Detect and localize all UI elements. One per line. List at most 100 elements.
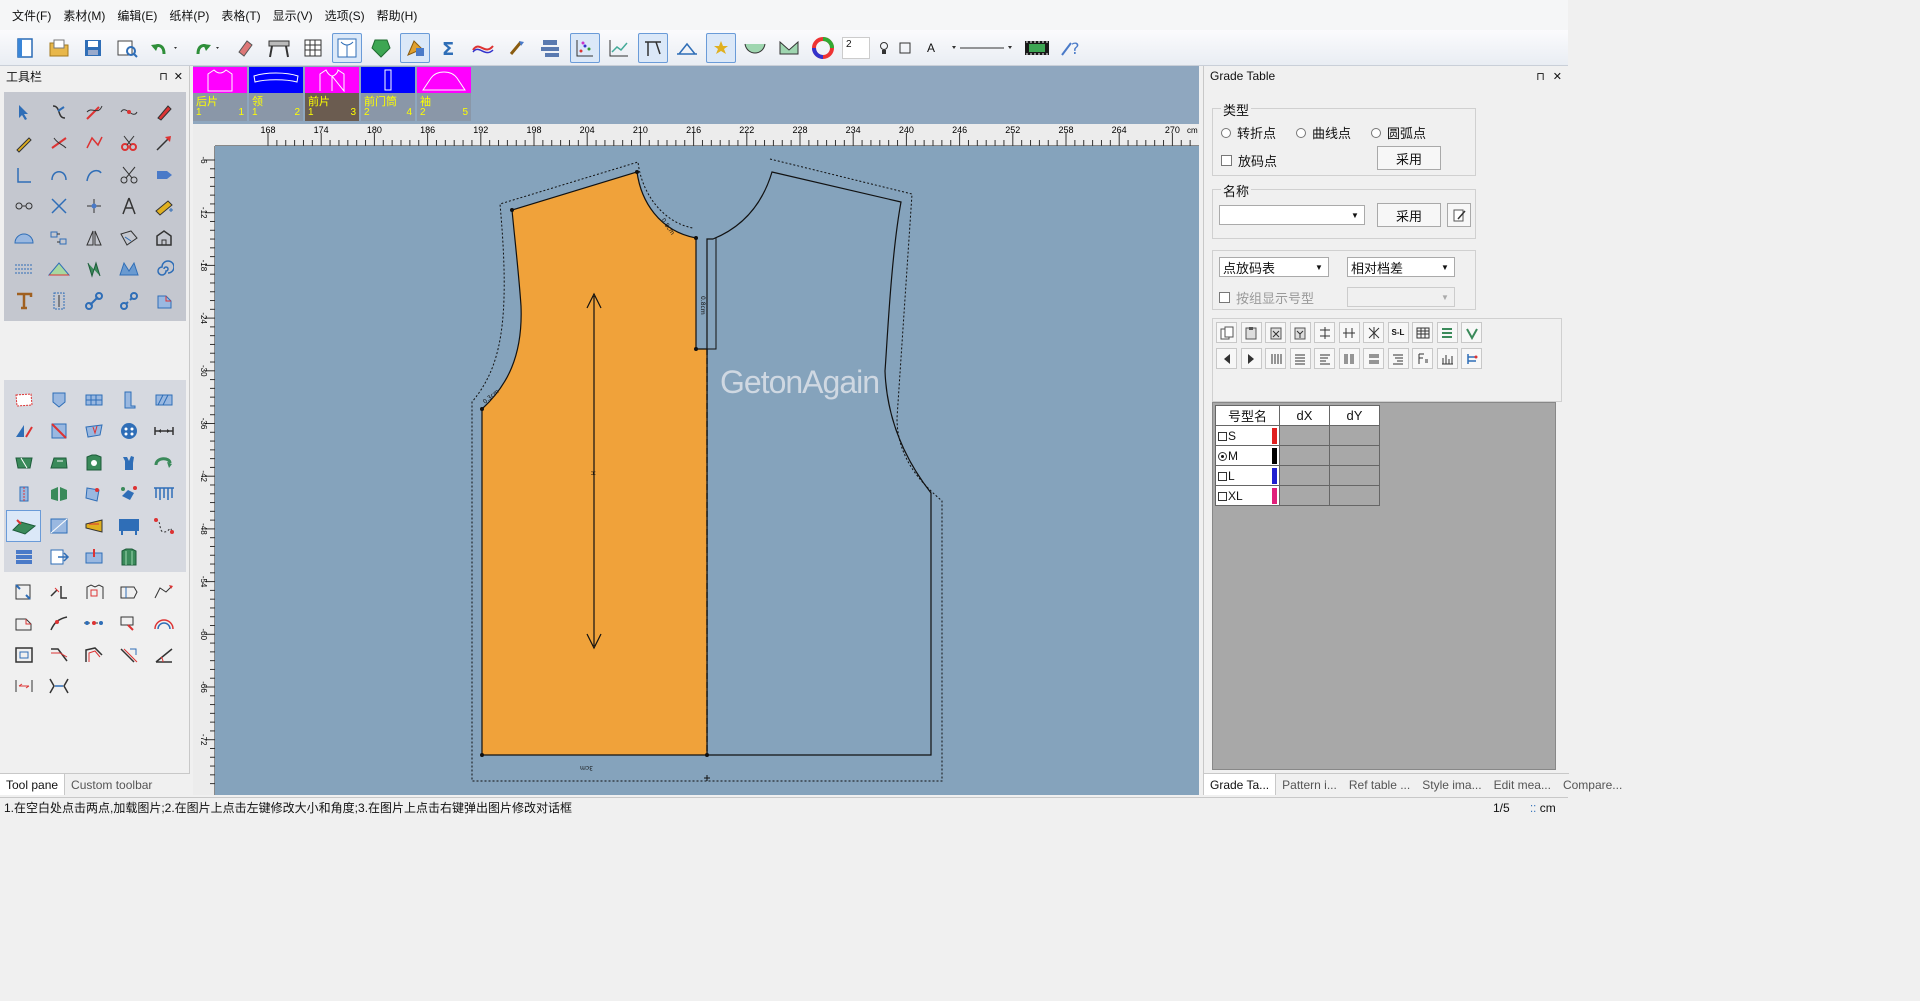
text-tool[interactable]: A bbox=[918, 33, 944, 63]
piece-spread-icon[interactable] bbox=[41, 447, 76, 479]
piece-notch-icon[interactable] bbox=[76, 542, 111, 574]
new-file-icon[interactable] bbox=[10, 33, 40, 63]
menu-help[interactable]: 帮助(H) bbox=[371, 7, 424, 24]
angle-icon[interactable] bbox=[6, 159, 41, 191]
piece-image-icon[interactable] bbox=[6, 510, 41, 542]
align-horizontal-icon[interactable] bbox=[1289, 348, 1311, 369]
piece-check-icon[interactable] bbox=[76, 384, 111, 416]
intersect-icon[interactable] bbox=[76, 191, 111, 223]
table-icon[interactable] bbox=[1412, 322, 1433, 343]
grade-tree-icon[interactable] bbox=[1461, 348, 1482, 369]
piece-sleeve[interactable]: 袖 2 5 bbox=[417, 67, 471, 123]
size-radio-selected[interactable] bbox=[1218, 451, 1227, 461]
help-icon[interactable]: ? bbox=[1056, 33, 1086, 63]
mirror-x-icon[interactable] bbox=[1314, 322, 1335, 343]
size-checkbox[interactable] bbox=[1218, 491, 1227, 501]
apply-type-button[interactable]: 采用 bbox=[1377, 146, 1441, 170]
grade-diagonal-icon[interactable] bbox=[41, 639, 76, 671]
grade-spread-icon[interactable] bbox=[146, 576, 181, 608]
lock-icon[interactable] bbox=[400, 32, 430, 63]
close-icon[interactable]: ✕ bbox=[1553, 71, 1562, 83]
equal-vertical-icon[interactable] bbox=[1338, 348, 1360, 369]
line-tool-icon[interactable] bbox=[41, 128, 76, 160]
piece-lay-icon[interactable] bbox=[76, 479, 111, 511]
grade-corner-icon[interactable] bbox=[6, 608, 41, 640]
pattern-canvas[interactable]: 0.8cm 0.3cm 0.8cm 3cm H GetonAgain bbox=[215, 146, 1199, 795]
size-group-select[interactable]: ▼ bbox=[1347, 287, 1455, 307]
dy-cell[interactable] bbox=[1329, 425, 1380, 446]
piece-points-icon[interactable] bbox=[146, 510, 181, 542]
piece-measure-icon[interactable] bbox=[146, 416, 181, 448]
round-curve-icon[interactable] bbox=[76, 159, 111, 191]
s-l-icon[interactable]: S-L bbox=[1387, 322, 1409, 343]
spiral-icon[interactable] bbox=[146, 254, 181, 286]
piece-back[interactable]: 后片 1 1 bbox=[193, 67, 247, 123]
dy-cell[interactable] bbox=[1329, 485, 1380, 506]
fold-tent-icon[interactable] bbox=[41, 254, 76, 286]
table-row[interactable]: S bbox=[1215, 425, 1380, 446]
pen-tool-icon[interactable] bbox=[76, 96, 111, 128]
piece-glove-icon[interactable] bbox=[111, 447, 146, 479]
curve-edit-icon[interactable] bbox=[111, 96, 146, 128]
box-pleat-icon[interactable] bbox=[111, 254, 146, 286]
link-icon[interactable] bbox=[76, 285, 111, 317]
piece-dart-icon[interactable] bbox=[76, 416, 111, 448]
tag-icon[interactable] bbox=[146, 159, 181, 191]
eraser-icon[interactable] bbox=[230, 33, 260, 63]
compass-icon[interactable] bbox=[111, 191, 146, 223]
edit-name-icon[interactable] bbox=[1447, 203, 1471, 227]
adjust-tool-icon[interactable] bbox=[41, 96, 76, 128]
copy-icon[interactable] bbox=[1216, 322, 1237, 343]
marker-icon[interactable] bbox=[146, 96, 181, 128]
size-cell[interactable]: S bbox=[1215, 425, 1280, 446]
scissor-red-icon[interactable] bbox=[111, 128, 146, 160]
measure-tool-icon[interactable] bbox=[638, 32, 668, 63]
name-select[interactable]: ▼ bbox=[1219, 205, 1365, 225]
buttonhole-icon[interactable] bbox=[41, 285, 76, 317]
grade-cut-icon[interactable] bbox=[111, 639, 146, 671]
tab-edit-measure[interactable]: Edit mea... bbox=[1488, 774, 1557, 795]
close-icon[interactable]: ✕ bbox=[174, 71, 183, 83]
stitch-lines-icon[interactable] bbox=[6, 254, 41, 286]
save-icon[interactable] bbox=[78, 33, 108, 63]
piece-seam-icon[interactable] bbox=[6, 384, 41, 416]
piece-body-icon[interactable] bbox=[76, 447, 111, 479]
align-vertical-icon[interactable] bbox=[1265, 348, 1286, 369]
sigma-icon[interactable]: Σ bbox=[434, 33, 464, 63]
piece-mirror-icon[interactable] bbox=[6, 416, 41, 448]
piece-slash-icon[interactable] bbox=[6, 447, 41, 479]
unit-indicator[interactable]: ⁚⁚ cm bbox=[1530, 801, 1556, 815]
grade-align-icon[interactable] bbox=[6, 671, 41, 703]
color-wheel-icon[interactable] bbox=[808, 33, 838, 63]
diff-mode-select[interactable]: 相对档差 ▼ bbox=[1347, 257, 1455, 277]
grade-select-icon[interactable] bbox=[6, 576, 41, 608]
symmetry-icon[interactable] bbox=[76, 222, 111, 254]
pencil-icon[interactable] bbox=[6, 128, 41, 160]
grade-frame-square-icon[interactable] bbox=[6, 639, 41, 671]
piece-garment-icon[interactable] bbox=[111, 542, 146, 574]
protractor-icon[interactable] bbox=[6, 222, 41, 254]
menu-view[interactable]: 显示(V) bbox=[267, 7, 319, 24]
grade-body-icon[interactable] bbox=[76, 576, 111, 608]
grade-join-icon[interactable] bbox=[41, 671, 76, 703]
paste-y-icon[interactable] bbox=[1289, 322, 1311, 343]
piece-dots-icon[interactable] bbox=[111, 416, 146, 448]
undo-icon[interactable] bbox=[146, 33, 184, 63]
scissors-icon[interactable] bbox=[111, 159, 146, 191]
table-row[interactable]: XL bbox=[1215, 485, 1380, 506]
align-right-icon[interactable] bbox=[1387, 348, 1409, 369]
plotter-icon[interactable] bbox=[264, 33, 294, 63]
cut-line-icon[interactable] bbox=[41, 191, 76, 223]
table-row[interactable]: L bbox=[1215, 465, 1380, 486]
horizontal-ruler[interactable]: 168 174 180 186 192 198 204 210 216 222 228 234 240 2… bbox=[215, 124, 1199, 146]
polyline-icon[interactable] bbox=[76, 128, 111, 160]
bulb-icon[interactable] bbox=[876, 33, 892, 63]
equal-horizontal-icon[interactable] bbox=[1363, 348, 1384, 369]
square-icon[interactable] bbox=[896, 33, 914, 63]
bowl-icon[interactable] bbox=[740, 33, 770, 63]
menu-edit[interactable]: 编辑(E) bbox=[111, 7, 163, 24]
table-mode-select[interactable]: 点放码表 ▼ bbox=[1219, 257, 1329, 277]
grade-frame-icon[interactable] bbox=[111, 576, 146, 608]
size-cell[interactable]: L bbox=[1215, 465, 1280, 486]
size-checkbox[interactable] bbox=[1218, 431, 1227, 441]
